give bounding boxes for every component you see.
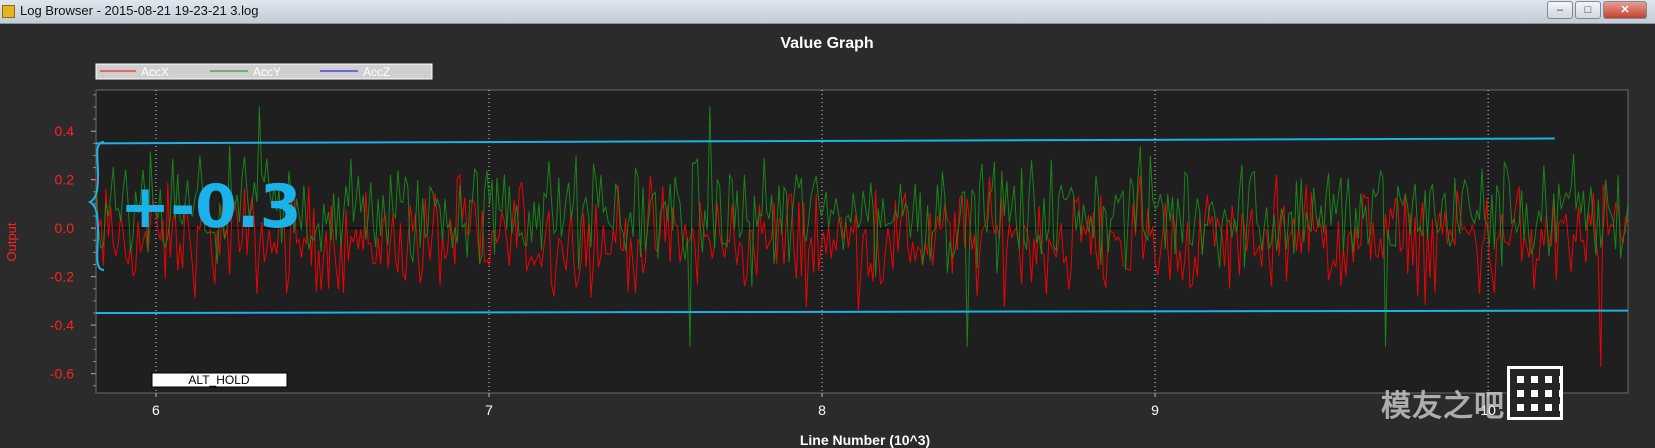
flight-mode-badge: ALT_HOLD (151, 372, 288, 388)
y-axis-label: Output (4, 222, 19, 261)
x-tick-label: 9 (1151, 402, 1159, 418)
window-titlebar: Log Browser - 2015-08-21 19-23-21 3.log … (0, 0, 1655, 24)
window-controls: – □ ✕ (1545, 1, 1647, 19)
legend-label-accy: AccY (253, 65, 281, 79)
legend-label-accz: AccZ (363, 65, 390, 79)
window-title: Log Browser - 2015-08-21 19-23-21 3.log (20, 3, 259, 18)
y-tick-label: 0.2 (55, 172, 75, 188)
qr-code-image (1507, 366, 1563, 420)
x-tick-label: 7 (485, 402, 493, 418)
app-icon (2, 5, 15, 18)
legend-label-accx: AccX (141, 65, 169, 79)
y-axis: 0.4 0.2 0.0 -0.2 -0.4 -0.6 (50, 94, 96, 387)
x-tick-label: 6 (152, 402, 160, 418)
chart-title: Value Graph (780, 35, 873, 52)
maximize-button[interactable]: □ (1575, 1, 1601, 19)
y-tick-label: 0.4 (55, 123, 75, 139)
y-tick-label: -0.4 (50, 317, 74, 333)
annotation-label: +-0.3 (120, 172, 301, 242)
minimize-button[interactable]: – (1547, 1, 1573, 19)
flight-mode-label: ALT_HOLD (188, 373, 249, 387)
watermark-logo: 模友之吧 (1381, 390, 1505, 423)
x-axis-label: Line Number (10^3) (800, 432, 930, 448)
chart-legend: AccX AccY AccZ (95, 63, 433, 80)
x-tick-label: 8 (818, 402, 826, 418)
plot-area (95, 89, 1629, 394)
close-button[interactable]: ✕ (1603, 1, 1647, 19)
y-tick-label: -0.6 (50, 366, 74, 382)
y-tick-label: -0.2 (50, 269, 74, 285)
y-tick-label: 0.0 (55, 220, 75, 236)
x-axis: 6 7 8 9 10 (152, 393, 1496, 418)
